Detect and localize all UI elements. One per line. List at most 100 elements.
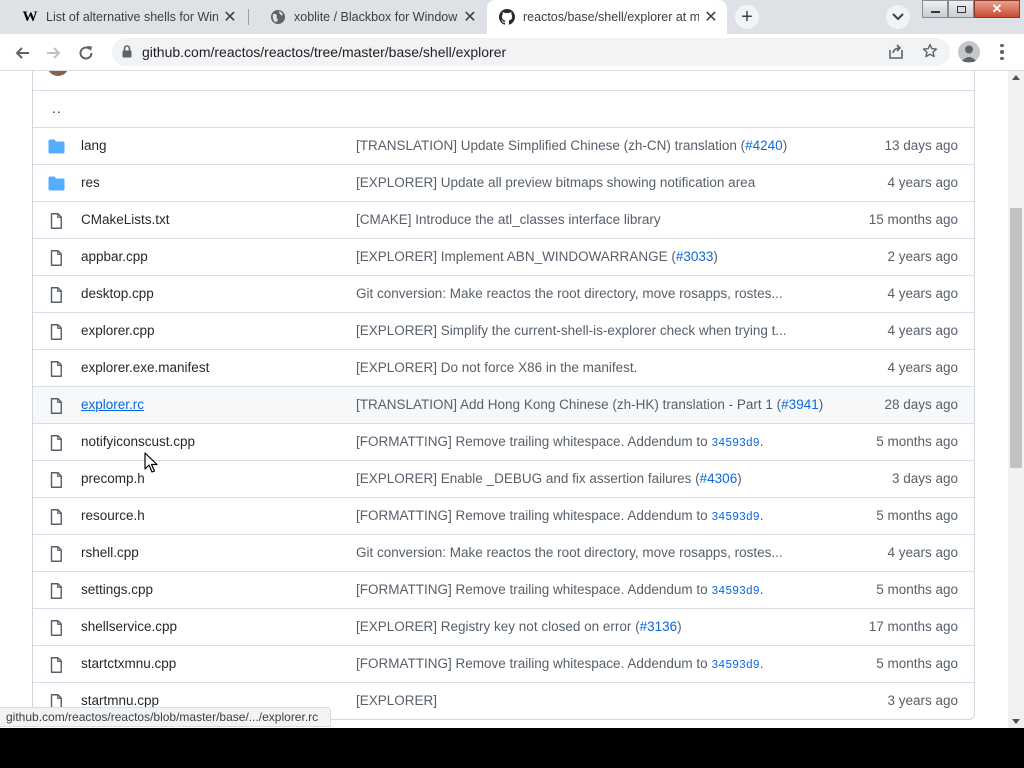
commit-message[interactable]: [EXPLORER] Enable _DEBUG and fix asserti…: [356, 471, 742, 486]
commit-age[interactable]: 3 days ago: [892, 471, 958, 486]
file-name-link[interactable]: res: [81, 175, 100, 190]
scroll-down-arrow-icon[interactable]: [1012, 719, 1020, 724]
parent-directory-link[interactable]: ..: [52, 100, 62, 116]
commit-message-text[interactable]: [EXPLORER] Implement ABN_WINDOWARRANGE (: [356, 249, 676, 264]
file-row[interactable]: CMakeLists.txt [CMAKE] Introduce the atl_…: [33, 201, 974, 238]
file-name-link[interactable]: startmnu.cpp: [81, 693, 159, 708]
commit-age[interactable]: 5 months ago: [876, 508, 958, 523]
minimize-button[interactable]: [922, 0, 948, 18]
file-name-link[interactable]: CMakeLists.txt: [81, 212, 170, 227]
commit-message[interactable]: Git conversion: Make reactos the root di…: [356, 545, 783, 560]
close-tab-icon[interactable]: ✕: [218, 5, 242, 29]
maximize-button[interactable]: [948, 0, 974, 18]
commit-message-text[interactable]: [EXPLORER] Update all preview bitmaps sh…: [356, 175, 755, 190]
share-icon[interactable]: [888, 44, 904, 65]
commit-message-text[interactable]: [EXPLORER] Enable _DEBUG and fix asserti…: [356, 471, 700, 486]
file-name-link[interactable]: precomp.h: [81, 471, 145, 486]
browser-menu-icon[interactable]: [992, 41, 1012, 63]
commit-sha-link[interactable]: 34593d9: [711, 585, 759, 598]
file-row[interactable]: appbar.cpp [EXPLORER] Implement ABN_WINDO…: [33, 238, 974, 275]
commit-message[interactable]: [FORMATTING] Remove trailing whitespace.…: [356, 582, 763, 598]
file-name-link[interactable]: settings.cpp: [81, 582, 153, 597]
file-row[interactable]: settings.cpp [FORMATTING] Remove trailing…: [33, 571, 974, 608]
commit-message[interactable]: [FORMATTING] Remove trailing whitespace.…: [356, 656, 763, 672]
back-button[interactable]: [9, 40, 35, 66]
tab-wikipedia[interactable]: W List of alternative shells for Wind ✕: [2, 0, 246, 34]
file-name-link[interactable]: shellservice.cpp: [81, 619, 177, 634]
file-name-link[interactable]: lang: [81, 138, 107, 153]
new-tab-button[interactable]: +: [735, 5, 759, 29]
commit-message[interactable]: [EXPLORER] Update all preview bitmaps sh…: [356, 175, 755, 190]
commit-message-text[interactable]: [EXPLORER] Registry key not closed on er…: [356, 619, 640, 634]
file-name-link[interactable]: appbar.cpp: [81, 249, 148, 264]
commit-message[interactable]: [TRANSLATION] Add Hong Kong Chinese (zh-…: [356, 397, 823, 412]
tab-reactos-explorer[interactable]: reactos/base/shell/explorer at m ✕: [487, 0, 727, 34]
close-tab-icon[interactable]: ✕: [458, 5, 482, 29]
tab-xoblite[interactable]: xoblite / Blackbox for Windows ✕: [250, 0, 486, 34]
commit-sha-link[interactable]: 34593d9: [711, 437, 759, 450]
commit-message[interactable]: [EXPLORER] Registry key not closed on er…: [356, 619, 682, 634]
file-name-link[interactable]: explorer.rc: [81, 397, 144, 412]
commit-sha-link[interactable]: 34593d9: [711, 659, 759, 672]
commit-age[interactable]: 4 years ago: [887, 360, 958, 375]
commit-age[interactable]: 5 months ago: [876, 582, 958, 597]
scrollbar-thumb[interactable]: [1010, 208, 1022, 468]
file-row[interactable]: lang [TRANSLATION] Update Simplified Chin…: [33, 127, 974, 164]
lock-icon[interactable]: [122, 45, 132, 63]
pull-request-link[interactable]: #4306: [700, 471, 738, 486]
commit-message-text[interactable]: [FORMATTING] Remove trailing whitespace.…: [356, 656, 711, 671]
commit-age[interactable]: 2 years ago: [887, 249, 958, 264]
commit-message-text[interactable]: [TRANSLATION] Add Hong Kong Chinese (zh-…: [356, 397, 781, 412]
commit-age[interactable]: 17 months ago: [869, 619, 958, 634]
avatar[interactable]: [47, 71, 69, 76]
reload-button[interactable]: [73, 40, 99, 66]
file-row[interactable]: notifyiconscust.cpp [FORMATTING] Remove t…: [33, 423, 974, 460]
commit-message-text[interactable]: [FORMATTING] Remove trailing whitespace.…: [356, 434, 711, 449]
commit-age[interactable]: 5 months ago: [876, 434, 958, 449]
file-row[interactable]: startctxmnu.cpp [FORMATTING] Remove trail…: [33, 645, 974, 682]
commit-message[interactable]: Git conversion: Make reactos the root di…: [356, 286, 783, 301]
file-row[interactable]: resource.h [FORMATTING] Remove trailing w…: [33, 497, 974, 534]
commit-age[interactable]: 4 years ago: [887, 545, 958, 560]
commit-age[interactable]: 13 days ago: [884, 138, 958, 153]
pull-request-link[interactable]: #4240: [745, 138, 783, 153]
commit-age[interactable]: 5 months ago: [876, 656, 958, 671]
file-name-link[interactable]: notifyiconscust.cpp: [81, 434, 195, 449]
close-window-button[interactable]: ✕: [974, 0, 1020, 18]
commit-age[interactable]: 4 years ago: [887, 323, 958, 338]
commit-message-text[interactable]: [EXPLORER] Do not force X86 in the manif…: [356, 360, 637, 375]
file-name-link[interactable]: resource.h: [81, 508, 145, 523]
commit-age[interactable]: 28 days ago: [884, 397, 958, 412]
commit-message-text[interactable]: Git conversion: Make reactos the root di…: [356, 286, 783, 301]
file-row[interactable]: desktop.cpp Git conversion: Make reactos …: [33, 275, 974, 312]
commit-sha-link[interactable]: 34593d9: [711, 511, 759, 524]
file-row[interactable]: explorer.cpp [EXPLORER] Simplify the curr…: [33, 312, 974, 349]
file-row[interactable]: shellservice.cpp [EXPLORER] Registry key …: [33, 608, 974, 645]
commit-message-text[interactable]: [FORMATTING] Remove trailing whitespace.…: [356, 508, 711, 523]
commit-message-text[interactable]: [TRANSLATION] Update Simplified Chinese …: [356, 138, 745, 153]
commit-message[interactable]: [TRANSLATION] Update Simplified Chinese …: [356, 138, 787, 153]
file-name-link[interactable]: startctxmnu.cpp: [81, 656, 176, 671]
tab-search-button[interactable]: [886, 5, 910, 29]
page-scrollbar[interactable]: [1008, 71, 1024, 728]
commit-message[interactable]: [EXPLORER] Do not force X86 in the manif…: [356, 360, 637, 375]
commit-message-text[interactable]: [CMAKE] Introduce the atl_classes interf…: [356, 212, 661, 227]
file-row[interactable]: explorer.exe.manifest [EXPLORER] Do not f…: [33, 349, 974, 386]
commit-age[interactable]: 3 years ago: [887, 693, 958, 708]
pull-request-link[interactable]: #3941: [781, 397, 819, 412]
pull-request-link[interactable]: #3033: [676, 249, 714, 264]
file-name-link[interactable]: desktop.cpp: [81, 286, 154, 301]
file-row[interactable]: explorer.rc [TRANSLATION] Add Hong Kong C…: [33, 386, 974, 423]
forward-button[interactable]: [41, 40, 67, 66]
pull-request-link[interactable]: #3136: [640, 619, 678, 634]
parent-directory-row[interactable]: ..: [33, 90, 974, 127]
file-row[interactable]: precomp.h [EXPLORER] Enable _DEBUG and fi…: [33, 460, 974, 497]
commit-message[interactable]: [FORMATTING] Remove trailing whitespace.…: [356, 508, 763, 524]
commit-message[interactable]: [EXPLORER] Implement ABN_WINDOWARRANGE (…: [356, 249, 718, 264]
bookmark-star-icon[interactable]: [922, 43, 938, 64]
commit-message-text[interactable]: [EXPLORER]: [356, 693, 437, 708]
commit-age[interactable]: 4 years ago: [887, 175, 958, 190]
profile-avatar-icon[interactable]: [958, 41, 980, 63]
file-name-link[interactable]: rshell.cpp: [81, 545, 139, 560]
close-tab-icon[interactable]: ✕: [699, 5, 723, 29]
